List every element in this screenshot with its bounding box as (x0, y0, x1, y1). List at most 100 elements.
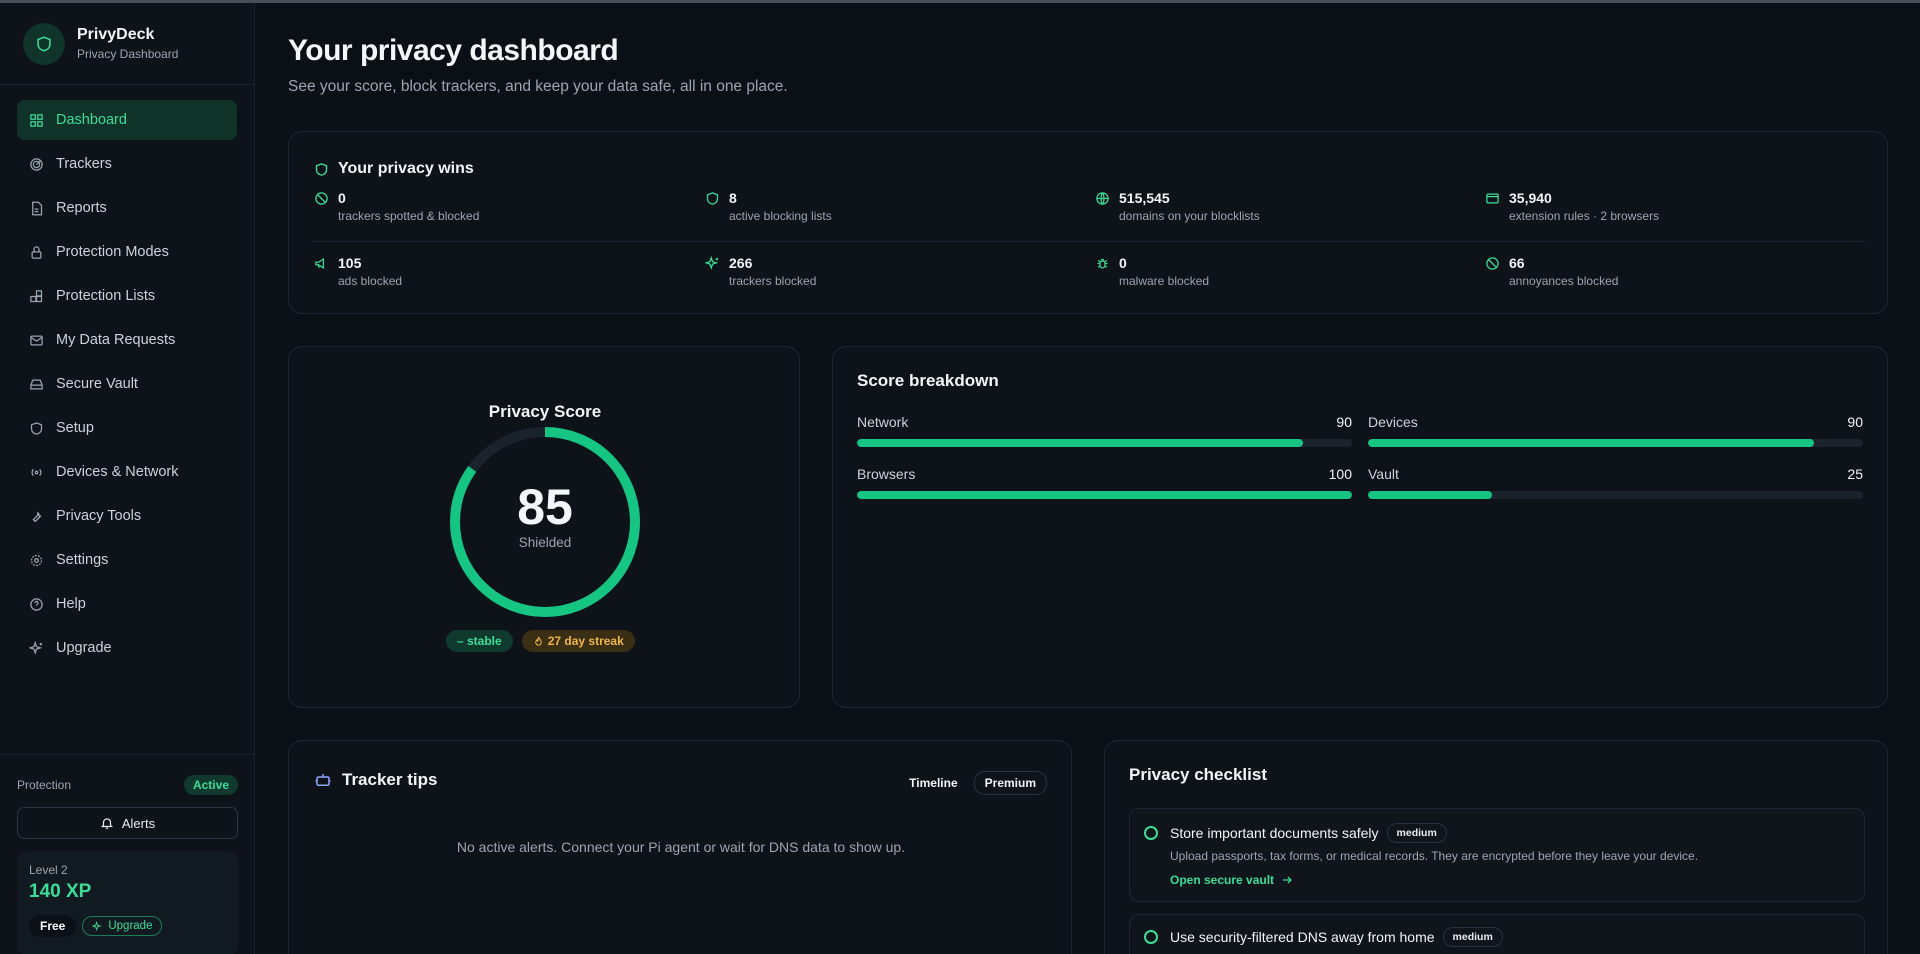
protection-label: Protection (17, 778, 72, 792)
stat-label: extension rules · 2 browsers (1509, 209, 1660, 223)
stat-value: 35,940 (1509, 190, 1552, 206)
sidebar-item-label: Setup (56, 420, 94, 436)
stat-label: annoyances blocked (1509, 274, 1619, 288)
checkbox-circle-icon[interactable] (1144, 826, 1158, 840)
breakdown-vault: Vault 25 (1368, 466, 1863, 499)
wins-title-text: Your privacy wins (338, 160, 474, 177)
protection-status-badge: Active (183, 775, 238, 795)
stat-blocking-lists: 8 active blocking lists (705, 190, 832, 223)
window-top-edge (0, 0, 1920, 3)
plan-badge: Free (29, 915, 77, 937)
stat-label: trackers blocked (729, 274, 817, 288)
bug-icon (1095, 256, 1111, 272)
sidebar-item-my-data-requests[interactable]: My Data Requests (17, 320, 237, 360)
sidebar-item-trackers[interactable]: Trackers (17, 144, 237, 184)
priority-badge: medium (1442, 927, 1503, 947)
tips-title-text: Tracker tips (342, 770, 438, 789)
sidebar-item-label: Devices & Network (56, 464, 179, 480)
sidebar-item-privacy-tools[interactable]: Privacy Tools (17, 496, 237, 536)
stat-value: 266 (729, 255, 753, 271)
bar-value: 90 (1336, 414, 1352, 430)
tracker-tips-card: Tracker tips Timeline Premium No active … (288, 740, 1072, 954)
xp-card: Level 2 140 XP Free Upgrade (17, 851, 238, 954)
stat-annoyances-blocked: 66 annoyances blocked (1485, 255, 1618, 288)
sidebar-item-label: Help (56, 596, 86, 612)
page-title: Your privacy dashboard (288, 34, 619, 67)
sparkle-icon (28, 640, 44, 656)
score-value: 85 (517, 479, 573, 535)
browser-icon (1485, 191, 1501, 207)
stat-value: 515,545 (1119, 190, 1170, 206)
bar-fill (857, 491, 1352, 499)
bar-fill (857, 439, 1303, 447)
open-vault-link[interactable]: Open secure vault (1170, 873, 1864, 887)
sidebar: PrivyDeck Privacy Dashboard Dashboard Tr… (0, 3, 255, 954)
file-icon (28, 200, 44, 216)
sidebar-item-label: Secure Vault (56, 376, 138, 392)
upgrade-button[interactable]: Upgrade (82, 916, 163, 936)
bar-track (857, 439, 1352, 447)
tab-premium[interactable]: Premium (973, 771, 1047, 795)
grid-icon (28, 112, 44, 128)
alerts-label: Alerts (121, 815, 156, 831)
sidebar-item-help[interactable]: Help (17, 584, 237, 624)
drive-icon (28, 376, 44, 392)
alerts-button[interactable]: Alerts (17, 807, 238, 839)
wins-title: Your privacy wins (314, 160, 474, 178)
checklist-item[interactable]: Store important documents safely medium … (1129, 808, 1865, 902)
wrench-icon (28, 508, 44, 524)
sparkle-icon (92, 920, 103, 932)
stat-value: 0 (1119, 255, 1127, 271)
sidebar-item-label: Settings (56, 552, 109, 568)
privacy-checklist-card: Privacy checklist Store important docume… (1104, 740, 1888, 954)
sidebar-item-protection-lists[interactable]: Protection Lists (17, 276, 237, 316)
gear-icon (28, 552, 44, 568)
priority-badge: medium (1386, 823, 1447, 843)
sidebar-item-devices-network[interactable]: Devices & Network (17, 452, 237, 492)
sidebar-footer: Protection Active Alerts Level 2 140 XP … (0, 754, 255, 954)
streak-label: 27 day streak (547, 634, 624, 648)
shield-icon (28, 420, 44, 436)
stat-label: ads blocked (338, 274, 403, 288)
stat-ads-blocked: 105 ads blocked (314, 255, 402, 288)
sidebar-item-upgrade[interactable]: Upgrade (17, 628, 237, 668)
bar-track (1368, 491, 1863, 499)
sidebar-item-setup[interactable]: Setup (17, 408, 237, 448)
score-breakdown-card: Score breakdown Network 90 Devices 90 Brow… (832, 346, 1888, 708)
stat-extension-rules: 35,940 extension rules · 2 browsers (1485, 190, 1659, 223)
globe-icon (1095, 191, 1111, 207)
shield-icon (314, 162, 329, 177)
bar-label: Vault (1368, 466, 1399, 482)
stat-malware-blocked: 0 malware blocked (1095, 255, 1209, 288)
bar-track (1368, 439, 1863, 447)
flame-icon (533, 636, 544, 647)
sparkle-icon (705, 256, 721, 272)
ban-icon (314, 191, 330, 207)
checklist-title: Privacy checklist (1129, 765, 1267, 784)
stat-trackers-spotted: 0 trackers spotted & blocked (314, 190, 479, 223)
divider (313, 241, 1865, 242)
checkbox-circle-icon[interactable] (1144, 930, 1158, 944)
brand[interactable]: PrivyDeck Privacy Dashboard (0, 3, 254, 85)
bar-value: 25 (1847, 466, 1863, 482)
checklist-item-desc: Upload passports, tax forms, or medical … (1170, 849, 1699, 863)
sidebar-item-label: Dashboard (56, 112, 127, 128)
sidebar-item-dashboard[interactable]: Dashboard (17, 100, 237, 140)
stat-value: 8 (729, 190, 737, 206)
arrow-right-icon (1281, 874, 1293, 886)
sidebar-item-settings[interactable]: Settings (17, 540, 237, 580)
sidebar-item-protection-modes[interactable]: Protection Modes (17, 232, 237, 272)
privacy-score-card: Privacy Score 85 Shielded – stable 27 da… (288, 346, 800, 708)
breakdown-browsers: Browsers 100 (857, 466, 1352, 499)
breakdown-title: Score breakdown (857, 371, 999, 390)
sidebar-nav: Dashboard Trackers Reports Protection Mo… (0, 85, 254, 668)
tips-tabs: Timeline Premium (893, 771, 1047, 795)
sidebar-item-secure-vault[interactable]: Secure Vault (17, 364, 237, 404)
help-icon (28, 596, 44, 612)
sidebar-item-reports[interactable]: Reports (17, 188, 237, 228)
page-subtitle: See your score, block trackers, and keep… (288, 78, 788, 95)
checklist-item-name: Use security-filtered DNS away from home (1170, 929, 1435, 945)
checklist-item[interactable]: Use security-filtered DNS away from home… (1129, 914, 1865, 954)
tab-timeline[interactable]: Timeline (899, 772, 967, 794)
link-label: Open secure vault (1170, 873, 1275, 887)
